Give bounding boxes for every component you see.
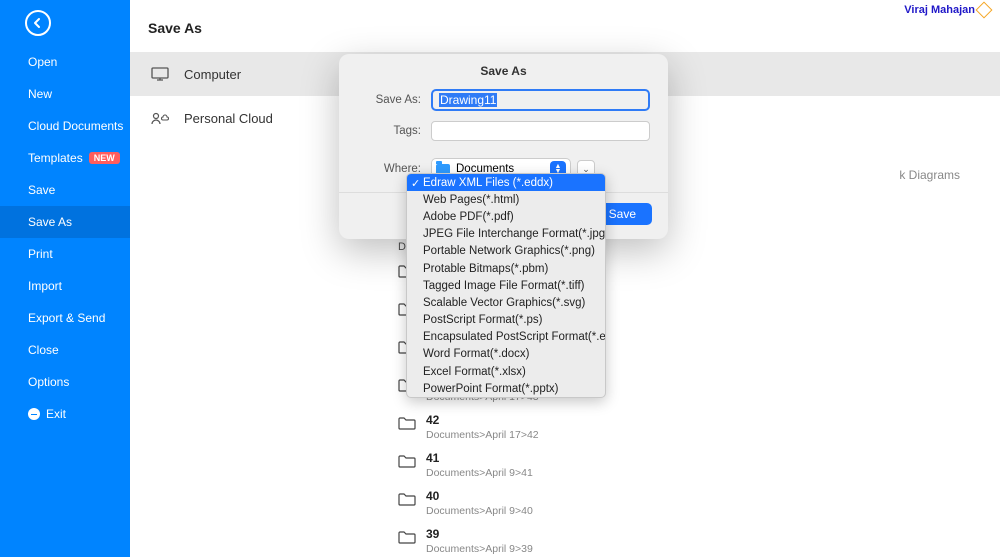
format-option[interactable]: Word Format(*.docx) [407, 346, 605, 363]
sidebar-item-label: Save As [28, 215, 72, 229]
sidebar-item-label: Export & Send [28, 311, 105, 325]
format-option[interactable]: Excel Format(*.xlsx) [407, 363, 605, 380]
folder-icon [398, 493, 416, 507]
sidebar-item-label: Exit [46, 407, 66, 421]
file-path: Documents>April 9>40 [426, 505, 533, 517]
sidebar-item-label: Cloud Documents [28, 119, 123, 133]
sidebar-item-label: New [28, 87, 52, 101]
folder-icon [398, 455, 416, 469]
sidebar: Open New Cloud Documents Templates NEW Save Sa… [0, 0, 130, 557]
dialog-title: Save As [339, 54, 668, 86]
new-badge: NEW [89, 152, 120, 164]
sidebar-item-import[interactable]: Import [0, 270, 130, 302]
sidebar-item-label: Options [28, 375, 69, 389]
sidebar-item-label: Save [28, 183, 55, 197]
sidebar-item-save[interactable]: Save [0, 174, 130, 206]
sidebar-item-templates[interactable]: Templates NEW [0, 142, 130, 174]
file-name: 39 [426, 527, 533, 541]
back-button[interactable] [25, 10, 51, 36]
format-option[interactable]: Web Pages(*.html) [407, 191, 605, 208]
format-option[interactable]: Adobe PDF(*.pdf) [407, 208, 605, 225]
format-option[interactable]: Encapsulated PostScript Format(*.eps) [407, 329, 605, 346]
sidebar-item-new[interactable]: New [0, 78, 130, 110]
format-option[interactable]: Tagged Image File Format(*.tiff) [407, 277, 605, 294]
user-corner[interactable]: Viraj Mahajan [904, 4, 990, 16]
file-path: Documents>April 9>41 [426, 467, 533, 479]
sidebar-item-exit[interactable]: Exit [0, 398, 130, 430]
file-name: 42 [426, 413, 539, 427]
file-row[interactable]: 40 Documents>April 9>40 [398, 483, 980, 521]
user-name: Viraj Mahajan [904, 4, 975, 16]
format-option[interactable]: PostScript Format(*.ps) [407, 312, 605, 329]
format-option[interactable]: JPEG File Interchange Format(*.jpg) [407, 226, 605, 243]
hint-text: k Diagrams [899, 168, 960, 182]
saveas-label: Save As: [339, 94, 431, 106]
sidebar-item-label: Close [28, 343, 59, 357]
sidebar-item-options[interactable]: Options [0, 366, 130, 398]
folder-icon [398, 531, 416, 545]
location-label: Computer [184, 67, 241, 82]
sidebar-item-close[interactable]: Close [0, 334, 130, 366]
sidebar-item-label: Print [28, 247, 53, 261]
back-button-wrap [25, 10, 130, 36]
file-name: 41 [426, 451, 533, 465]
file-row[interactable]: 39 Documents>April 9>39 [398, 521, 980, 559]
format-option[interactable]: Edraw XML Files (*.eddx) [407, 174, 605, 191]
sidebar-item-cloud-documents[interactable]: Cloud Documents [0, 110, 130, 142]
monitor-icon [150, 66, 170, 82]
sidebar-item-export-send[interactable]: Export & Send [0, 302, 130, 334]
person-cloud-icon [150, 110, 170, 126]
format-option[interactable]: Protable Bitmaps(*.pbm) [407, 260, 605, 277]
filename-input[interactable]: Drawing11 [431, 89, 650, 111]
file-row[interactable]: 42 Documents>April 17>42 [398, 407, 980, 445]
arrow-left-icon [32, 17, 44, 29]
location-label: Personal Cloud [184, 111, 273, 126]
file-row[interactable]: 41 Documents>April 9>41 [398, 445, 980, 483]
sidebar-item-label: Open [28, 55, 57, 69]
format-option[interactable]: Portable Network Graphics(*.png) [407, 243, 605, 260]
file-name: 40 [426, 489, 533, 503]
diamond-icon [976, 2, 993, 19]
sidebar-item-save-as[interactable]: Save As [0, 206, 130, 238]
page-title: Save As [130, 0, 1000, 52]
folder-icon [398, 417, 416, 431]
format-dropdown[interactable]: Edraw XML Files (*.eddx)Web Pages(*.html… [406, 173, 606, 398]
sidebar-item-open[interactable]: Open [0, 46, 130, 78]
file-path: Documents>April 9>39 [426, 543, 533, 555]
format-option[interactable]: PowerPoint Format(*.pptx) [407, 380, 605, 397]
tags-label: Tags: [339, 125, 431, 137]
format-option[interactable]: Scalable Vector Graphics(*.svg) [407, 294, 605, 311]
tags-input[interactable] [431, 121, 650, 141]
sidebar-item-print[interactable]: Print [0, 238, 130, 270]
sidebar-item-label: Templates [28, 151, 83, 165]
file-path: Documents>April 17>42 [426, 429, 539, 441]
exit-icon [28, 408, 40, 420]
sidebar-item-label: Import [28, 279, 62, 293]
